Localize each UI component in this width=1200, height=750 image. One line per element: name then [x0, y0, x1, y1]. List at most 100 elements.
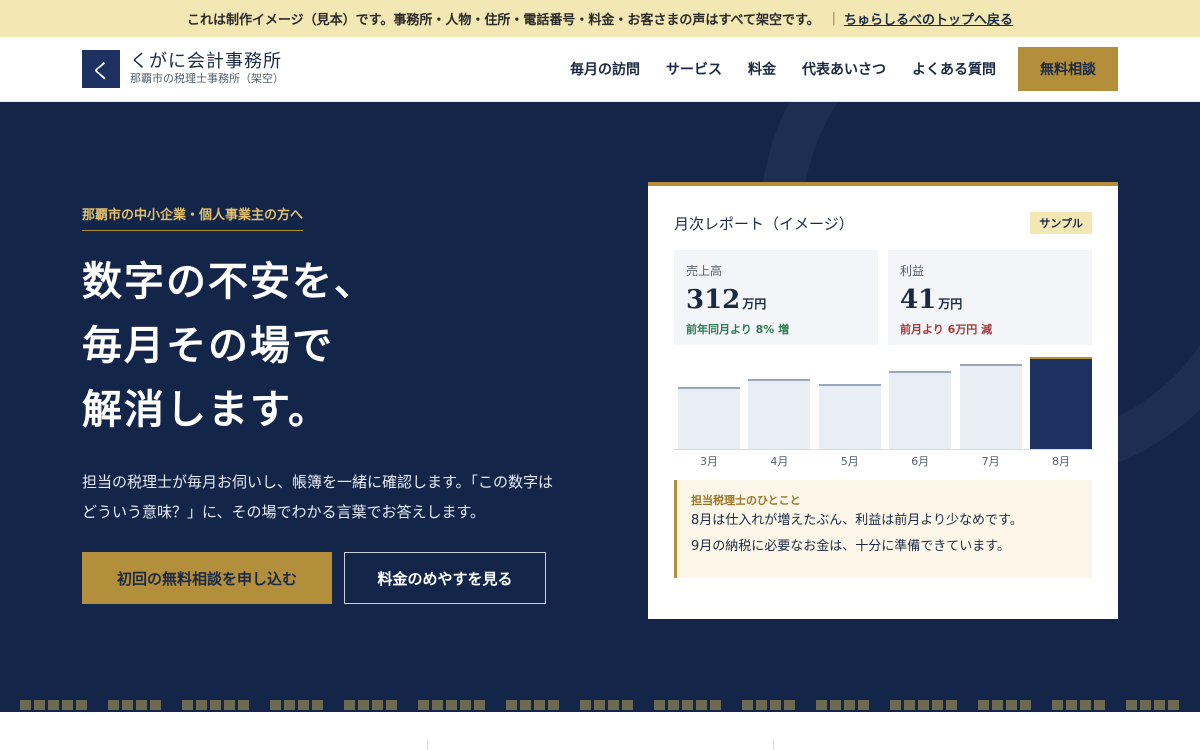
- nav-services[interactable]: サービス: [666, 59, 722, 79]
- pattern-square: [238, 700, 249, 710]
- pattern-square: [196, 700, 207, 710]
- pattern-square: [932, 700, 943, 710]
- pattern-square: [284, 700, 295, 710]
- pattern-square: [136, 700, 147, 710]
- report-title: 月次レポート（イメージ）: [674, 214, 854, 233]
- chart-bar: [678, 386, 740, 449]
- pattern-square: [62, 700, 73, 710]
- office-name: くがに会計事務所: [130, 51, 282, 72]
- chart-tick-label: 8月: [1052, 455, 1070, 468]
- metric-number: 312: [686, 285, 741, 315]
- pattern-group: [890, 700, 960, 711]
- pattern-square: [654, 700, 665, 710]
- advisor-comment: 担当税理士のひとこと 8月は仕入れが増えたぶん、利益は前月より少なめです。 9月…: [674, 480, 1092, 578]
- pattern-square: [298, 700, 309, 710]
- pattern-square: [312, 700, 323, 710]
- chart-tick-label: 4月: [770, 455, 789, 468]
- logo[interactable]: くがに会計事務所 那覇市の税理士事務所（架空）: [130, 52, 284, 86]
- office-subtitle: 那覇市の税理士事務所（架空）: [130, 72, 284, 85]
- chart-bar: [818, 383, 881, 449]
- pattern-square: [460, 700, 471, 710]
- pattern-square: [224, 700, 235, 710]
- pattern-square: [182, 700, 193, 710]
- headline-line: 数字の不安を、: [82, 258, 376, 305]
- pattern-square: [122, 700, 133, 710]
- sample-badge: サンプル: [1030, 212, 1092, 234]
- pattern-square: [1140, 700, 1151, 710]
- metrics: 売上高 312 万円 前年同月より 8% 増 利益 41 万円 前月より 6万円 減: [674, 250, 1092, 345]
- pattern-square: [682, 700, 693, 710]
- nav-monthly-visit[interactable]: 毎月の訪問: [570, 59, 640, 79]
- chart-bar: [748, 378, 811, 449]
- view-pricing-button[interactable]: 料金のめやすを見る: [344, 552, 546, 604]
- metric-unit: 万円: [742, 297, 767, 311]
- lead-line: どういう意味？」に、その場でわかる言葉でお答えします。: [82, 503, 486, 521]
- monthly-report-card: 月次レポート（イメージ） サンプル 売上高 312 万円 前年同月より 8% 増 …: [648, 182, 1118, 619]
- pattern-square: [372, 700, 383, 710]
- pattern-square: [358, 700, 369, 710]
- pattern-square: [548, 700, 559, 710]
- hero-eyebrow: 那覇市の中小企業・個人事業主の方へ: [82, 204, 304, 231]
- pattern-square: [1006, 700, 1017, 710]
- comment-line: 9月の納税に必要なお金は、十分に準備できています。: [691, 539, 1010, 554]
- metric-change: 前年同月より 8% 増: [686, 323, 790, 336]
- pattern-group: [580, 700, 636, 711]
- pattern-square: [756, 700, 767, 710]
- metric-profit: 利益 41 万円 前月より 6万円 減: [888, 250, 1092, 345]
- apply-consultation-button[interactable]: 初回の無料相談を申し込む: [82, 552, 332, 604]
- pattern-square: [742, 700, 753, 710]
- pattern-group: [270, 700, 326, 711]
- pattern-square: [1066, 700, 1077, 710]
- pattern-square: [816, 700, 827, 710]
- metric-unit: 万円: [938, 297, 963, 311]
- notice-bar: これは制作イメージ（見本）です。事務所・人物・住所・電話番号・料金・お客さまの声…: [0, 0, 1200, 37]
- pattern-square: [770, 700, 781, 710]
- pattern-square: [1020, 700, 1031, 710]
- chart-tick-label: 6月: [911, 455, 930, 468]
- pattern-square: [1080, 700, 1091, 710]
- pattern-square: [992, 700, 1003, 710]
- metric-change: 前月より 6万円 減: [900, 323, 993, 336]
- pattern-square: [20, 700, 31, 710]
- pattern-square: [622, 700, 633, 710]
- hero-section: 那覇市の中小企業・個人事業主の方へ 数字の不安を、 毎月その場で 解消します。 …: [0, 102, 1200, 712]
- pattern-square: [1154, 700, 1165, 710]
- pattern-square: [48, 700, 59, 710]
- pattern-square: [978, 700, 989, 710]
- pattern-square: [696, 700, 707, 710]
- pattern-group: [344, 700, 400, 711]
- headline-line: 解消します。: [82, 386, 330, 433]
- nav-pricing[interactable]: 料金: [748, 59, 776, 79]
- pattern-square: [534, 700, 545, 710]
- metric-label: 利益: [900, 264, 925, 278]
- pattern-square: [1126, 700, 1137, 710]
- pattern-square: [858, 700, 869, 710]
- decorative-pattern: [0, 700, 1200, 711]
- pattern-square: [890, 700, 901, 710]
- logo-icon[interactable]: く: [82, 50, 120, 88]
- pattern-square: [506, 700, 517, 710]
- metric-number: 41: [900, 285, 937, 315]
- lead-line: 担当の税理士が毎月お伺いし、帳簿を一緒に確認します。「この数字は: [82, 473, 554, 491]
- pattern-group: [654, 700, 724, 711]
- pattern-square: [668, 700, 679, 710]
- comment-title: 担当税理士のひとこと: [691, 494, 801, 507]
- chart-bar: [1030, 357, 1092, 449]
- monthly-bar-chart: 3月 4月 5月 6月 7月 8月: [674, 355, 1092, 475]
- hero-headline: 数字の不安を、 毎月その場で 解消します。: [82, 250, 376, 442]
- pattern-square: [418, 700, 429, 710]
- metric-value: 41 万円: [900, 285, 1080, 319]
- pattern-square: [784, 700, 795, 710]
- back-to-top-link[interactable]: ちゅらしるべのトップへ戻る: [844, 9, 1013, 28]
- pattern-square: [608, 700, 619, 710]
- pattern-square: [108, 700, 119, 710]
- free-consultation-button[interactable]: 無料相談: [1018, 47, 1118, 91]
- pattern-square: [710, 700, 721, 710]
- pattern-square: [34, 700, 45, 710]
- pattern-square: [386, 700, 397, 710]
- nav-greeting[interactable]: 代表あいさつ: [802, 59, 886, 79]
- pattern-square: [904, 700, 915, 710]
- chart-bar: [889, 371, 952, 449]
- pattern-group: [1126, 700, 1182, 711]
- nav-faq[interactable]: よくある質問: [912, 59, 996, 79]
